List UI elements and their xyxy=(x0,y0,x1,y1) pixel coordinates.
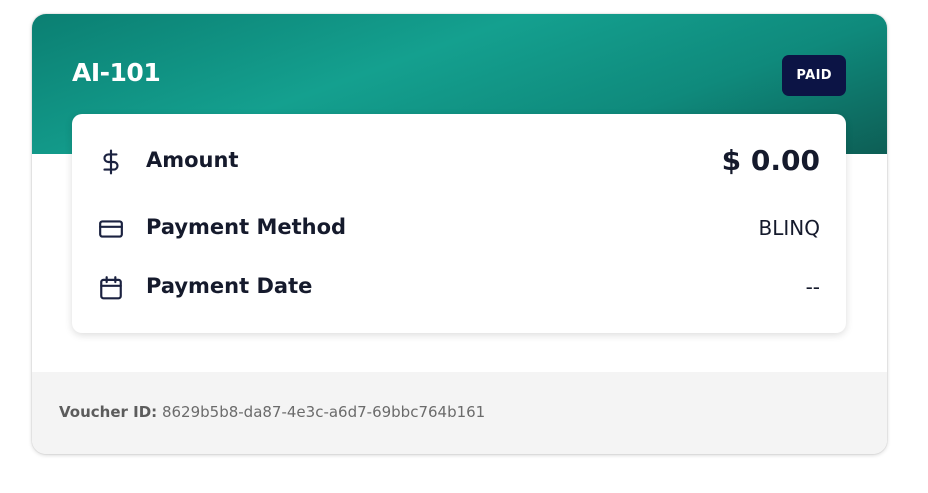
voucher-id-label: Voucher ID: xyxy=(59,403,158,421)
payment-date-value: -- xyxy=(805,275,820,299)
payment-method-value: BLINQ xyxy=(758,216,820,240)
voucher-title: AI-101 xyxy=(72,58,161,87)
amount-value: $ 0.00 xyxy=(721,144,820,177)
calendar-icon xyxy=(98,275,124,301)
payment-date-row: Payment Date -- xyxy=(72,269,846,309)
dollar-icon xyxy=(98,149,124,175)
amount-label: Amount xyxy=(146,148,239,172)
payment-date-label: Payment Date xyxy=(146,274,313,298)
payment-method-label: Payment Method xyxy=(146,215,347,239)
card-footer: Voucher ID: 8629b5b8-da87-4e3c-a6d7-69bb… xyxy=(32,372,887,454)
payment-details-panel: Amount $ 0.00 Payment Method BLINQ Payme… xyxy=(72,114,846,333)
payment-method-row: Payment Method BLINQ xyxy=(72,210,846,250)
voucher-card: AI-101 PAID Amount $ 0.00 Payment Method xyxy=(32,14,887,454)
credit-card-icon xyxy=(98,216,124,242)
voucher-id-value: 8629b5b8-da87-4e3c-a6d7-69bbc764b161 xyxy=(161,403,486,421)
amount-row: Amount $ 0.00 xyxy=(72,142,846,182)
voucher-id: Voucher ID: 8629b5b8-da87-4e3c-a6d7-69bb… xyxy=(59,403,485,421)
status-badge: PAID xyxy=(782,55,846,96)
